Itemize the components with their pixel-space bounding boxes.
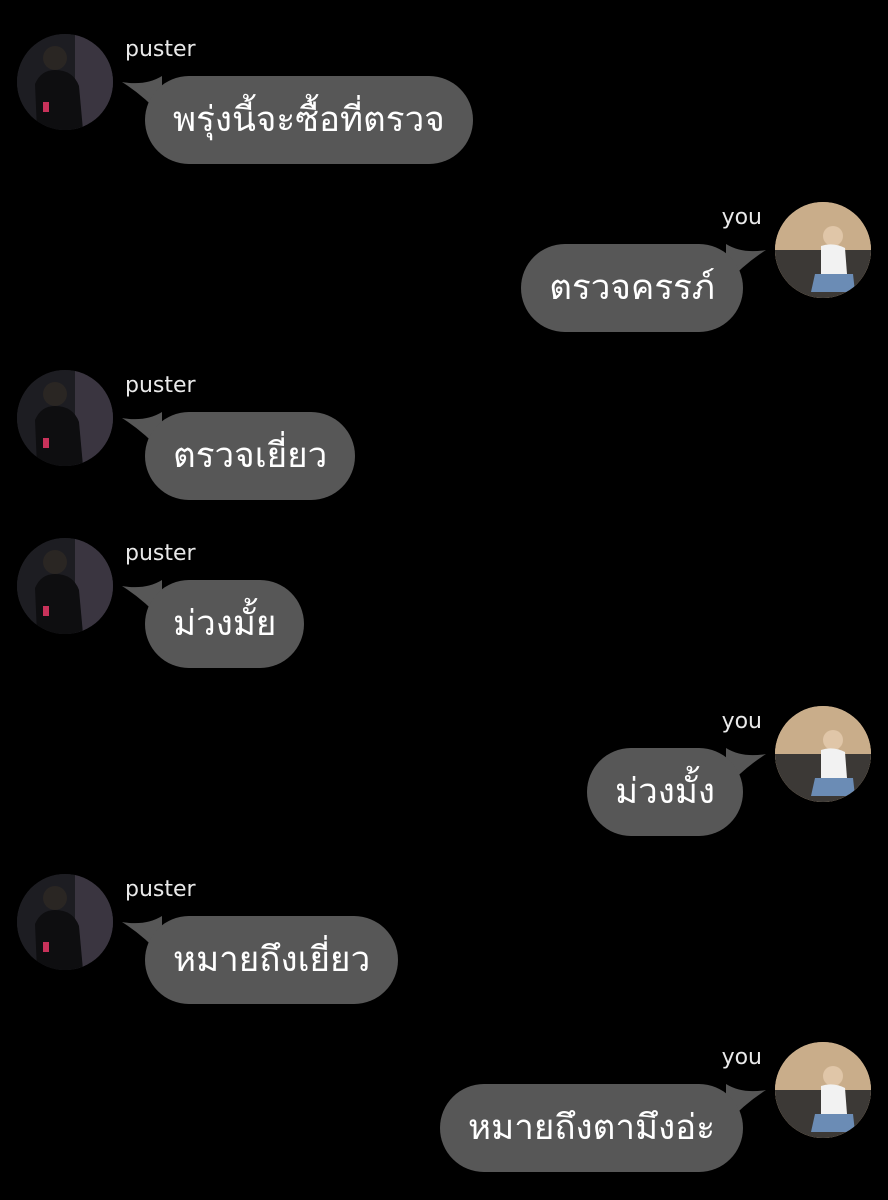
sender-name: puster bbox=[125, 373, 196, 398]
chat-message: puster ม่วงมั้ย bbox=[0, 538, 888, 688]
avatar-puster[interactable] bbox=[17, 538, 113, 634]
chat-message: you ม่วงมั้ง bbox=[0, 706, 888, 856]
message-bubble[interactable]: ตรวจเยี่ยว bbox=[145, 412, 356, 500]
avatar-you[interactable] bbox=[775, 706, 871, 802]
sender-name: you bbox=[721, 1045, 762, 1070]
chat-message: you ตรวจครรภ์ bbox=[0, 202, 888, 352]
message-bubble[interactable]: หมายถึงเยี่ยว bbox=[145, 916, 399, 1004]
sender-name: puster bbox=[125, 541, 196, 566]
message-bubble[interactable]: ม่วงมั้ย bbox=[145, 580, 305, 668]
chat-message: you หมายถึงตามึงอ่ะ bbox=[0, 1042, 888, 1192]
avatar-puster[interactable] bbox=[17, 34, 113, 130]
chat-message: puster ตรวจเยี่ยว bbox=[0, 370, 888, 520]
avatar-puster[interactable] bbox=[17, 874, 113, 970]
sender-name: puster bbox=[125, 37, 196, 62]
sender-name: you bbox=[721, 205, 762, 230]
message-bubble[interactable]: พรุ่งนี้จะซื้อที่ตรวจ bbox=[145, 76, 473, 164]
message-bubble[interactable]: ตรวจครรภ์ bbox=[521, 244, 743, 332]
avatar-puster[interactable] bbox=[17, 370, 113, 466]
chat-message: puster หมายถึงเยี่ยว bbox=[0, 874, 888, 1024]
avatar-you[interactable] bbox=[775, 202, 871, 298]
avatar-you[interactable] bbox=[775, 1042, 871, 1138]
sender-name: puster bbox=[125, 877, 196, 902]
chat-message: puster พรุ่งนี้จะซื้อที่ตรวจ bbox=[0, 34, 888, 184]
message-bubble[interactable]: หมายถึงตามึงอ่ะ bbox=[440, 1084, 743, 1172]
message-bubble[interactable]: ม่วงมั้ง bbox=[587, 748, 743, 836]
sender-name: you bbox=[721, 709, 762, 734]
